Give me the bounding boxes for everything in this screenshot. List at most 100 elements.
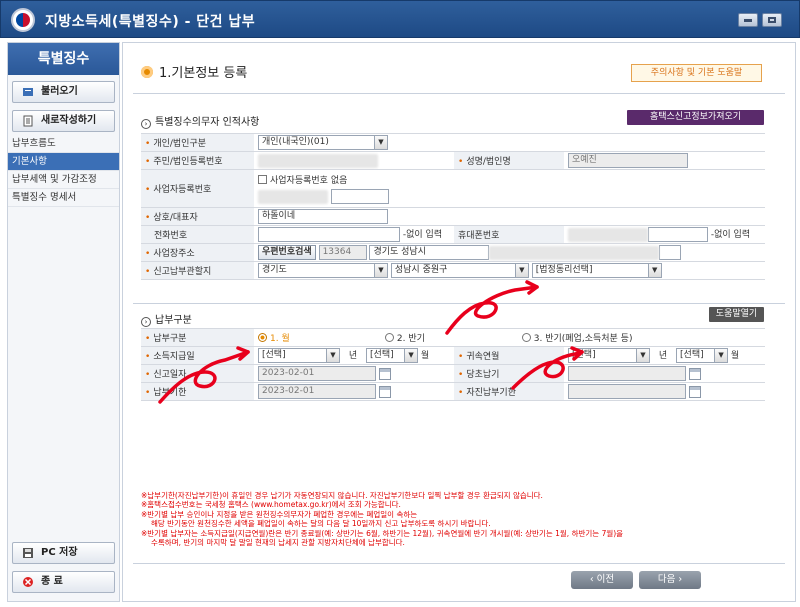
address2-field[interactable]	[489, 245, 660, 260]
sidebar-item-tax-adjust[interactable]: 납부세액 및 가감조정	[8, 171, 119, 189]
radio-half-dot	[384, 333, 394, 342]
chevron-down-icon: ▼	[374, 136, 387, 149]
label-address: • 사업장주소	[141, 243, 254, 262]
sidebar-menu: 납부흐름도 기본사항 납부세액 및 가감조정 특별징수 명세서	[8, 135, 119, 207]
exit-icon	[23, 577, 33, 587]
self-due-field[interactable]	[568, 384, 686, 399]
section2-title-text: 납부구분	[155, 315, 192, 326]
biz-no-part1[interactable]	[258, 189, 328, 204]
address2-end[interactable]	[659, 245, 682, 260]
chevron-down-icon: ▼	[714, 349, 728, 362]
due-date-field[interactable]: 2023-02-01	[258, 384, 376, 399]
divider	[133, 93, 785, 94]
label-pay-type: • 납부구분	[141, 328, 254, 347]
biz-no-field[interactable]	[330, 189, 389, 204]
exit-button[interactable]: 종 료	[12, 571, 115, 593]
minimize-button[interactable]	[738, 13, 758, 27]
divider	[133, 563, 785, 564]
radio-half-closure[interactable]: 3. 반기(폐업,소득처분 등)	[521, 333, 632, 344]
phone-field[interactable]	[258, 227, 400, 242]
original-due-field[interactable]	[568, 366, 686, 381]
note-line: ※납부기한(자진납부기한)이 휴일인 경우 납기가 자동연장되지 않습니다. 자…	[141, 491, 543, 500]
label-resident-no: • 주민/법인등록번호	[141, 151, 254, 170]
mobile-field[interactable]	[648, 227, 708, 242]
label-income-month: • 소득지급일	[141, 346, 254, 365]
name-field[interactable]: 오예진	[568, 153, 688, 168]
label-company: • 상호/대표자	[141, 207, 254, 226]
pc-save-label: PC 저장	[41, 547, 78, 558]
city-select[interactable]: 성남시 중원구 ▼	[390, 263, 529, 278]
sidebar-item-flow[interactable]: 납부흐름도	[8, 135, 119, 153]
income-year-select[interactable]: [선택] ▼	[258, 348, 340, 363]
label-biz-no: • 사업자등록번호	[141, 169, 254, 208]
note-line: ※홈택스접수번호는 국세청 홈택스 (www.hometax.go.kr)에서 …	[141, 500, 401, 510]
maximize-button[interactable]	[762, 13, 782, 27]
exit-label: 종 료	[41, 576, 63, 587]
address1-field[interactable]: 경기도 성남시	[369, 245, 490, 260]
label-report-date: • 신고일자	[141, 364, 254, 383]
next-button[interactable]: 다음 ›	[639, 571, 701, 589]
label-original-due: • 당초납기	[454, 364, 564, 383]
help-open-button[interactable]: 도움말열기	[709, 307, 764, 322]
note-line: ※반기별 납부 승인이나 지정을 받은 원천징수의무자가 폐업한 경우에는 폐업…	[141, 509, 418, 519]
dong-select[interactable]: [법정동리선택] ▼	[531, 263, 662, 278]
folder-open-icon	[23, 88, 33, 96]
note-line: ※반기별 납부자는 소득지급일(지급연월)란은 반기 종료월(예: 상반기는 6…	[141, 528, 624, 538]
sidebar-item-statement[interactable]: 특별징수 명세서	[8, 189, 119, 207]
attr-year-select[interactable]: [선택] ▼	[568, 348, 650, 363]
chevron-down-icon: ▼	[404, 349, 418, 362]
zip-search-button[interactable]: 우편번호검색	[258, 245, 316, 260]
radio-half[interactable]: 2. 반기	[384, 331, 519, 344]
divider	[133, 303, 785, 304]
radio-monthly-dot	[258, 333, 267, 342]
pc-save-button[interactable]: PC 저장	[12, 542, 115, 564]
prev-button[interactable]: ‹ 이전	[571, 571, 633, 589]
load-button-label: 불러오기	[41, 86, 78, 97]
sidebar-item-basic[interactable]: 기본사항	[8, 153, 119, 171]
chevron-down-icon: ▼	[326, 349, 339, 362]
section1-title: › 특별징수의무자 인적사항	[141, 113, 259, 129]
chevron-down-icon: ▼	[374, 264, 387, 277]
chevron-left-icon: ‹	[589, 574, 597, 585]
calendar-icon[interactable]	[689, 385, 701, 398]
circle-arrow-icon: ›	[141, 119, 151, 129]
hometax-import-button[interactable]: 홈택스신고정보가져오기	[627, 110, 764, 125]
label-attr-month: • 귀속연월	[454, 346, 564, 365]
calendar-icon[interactable]	[379, 367, 391, 380]
label-office: • 신고납부관할지	[141, 261, 254, 280]
report-date-field[interactable]: 2023-02-01	[258, 366, 376, 381]
note-line: 해당 반기동안 원천징수한 세액을 폐업일이 속하는 달의 다음 달 10일까지…	[151, 519, 491, 529]
new-button[interactable]: 새로작성하기	[12, 110, 115, 132]
calendar-icon[interactable]	[379, 385, 391, 398]
biz-none-checkbox[interactable]	[258, 175, 267, 184]
sidebar-header: 특별징수	[8, 43, 119, 75]
mobile-part[interactable]	[568, 227, 648, 242]
title-bar: 지방소득세(특별징수) - 단건 납부	[0, 0, 800, 38]
zip-field[interactable]: 13364	[318, 245, 367, 260]
taegeuk-logo-icon	[11, 8, 35, 32]
save-disk-icon	[23, 548, 33, 558]
label-phone: 전화번호	[141, 225, 254, 244]
label-self-due: • 자진납부기한	[454, 382, 564, 401]
label-person-type: • 개인/법인구분	[141, 133, 254, 152]
bullet-icon	[141, 66, 153, 78]
person-info-table: • 개인/법인구분 개인(내국인)(01) ▼ • 주민/법인등록번호 • 성명/법인명…	[141, 133, 765, 280]
document-icon	[23, 115, 33, 127]
resident-no-field[interactable]	[258, 153, 378, 168]
chevron-down-icon: ▼	[647, 264, 661, 277]
province-select[interactable]: 경기도 ▼	[258, 263, 388, 278]
payment-type-table: • 납부구분 1. 월 2. 반기 3. 반기(폐업,소득처분 등) • 소득지급일…	[141, 328, 765, 401]
company-field[interactable]: 하돌이네	[258, 209, 388, 224]
main-panel: 1.기본정보 등록 주의사항 및 기본 도움말 › 특별징수의무자 인적사항 홈택…	[122, 42, 796, 602]
page-title-text: 1.기본정보 등록	[159, 66, 248, 81]
help-caution-button[interactable]: 주의사항 및 기본 도움말	[631, 64, 762, 82]
radio-monthly[interactable]: 1. 월	[258, 331, 382, 344]
calendar-icon[interactable]	[689, 367, 701, 380]
mobile-hint: -없이 입력	[710, 230, 751, 240]
income-month-select[interactable]: [선택] ▼	[366, 348, 419, 363]
notice-text: ※납부기한(자진납부기한)이 휴일인 경우 납기가 자동연장되지 않습니다. 자…	[141, 491, 781, 547]
person-type-select[interactable]: 개인(내국인)(01) ▼	[258, 135, 388, 150]
label-mobile: 휴대폰번호	[454, 225, 564, 244]
attr-month-select[interactable]: [선택] ▼	[676, 348, 729, 363]
load-button[interactable]: 불러오기	[12, 81, 115, 103]
